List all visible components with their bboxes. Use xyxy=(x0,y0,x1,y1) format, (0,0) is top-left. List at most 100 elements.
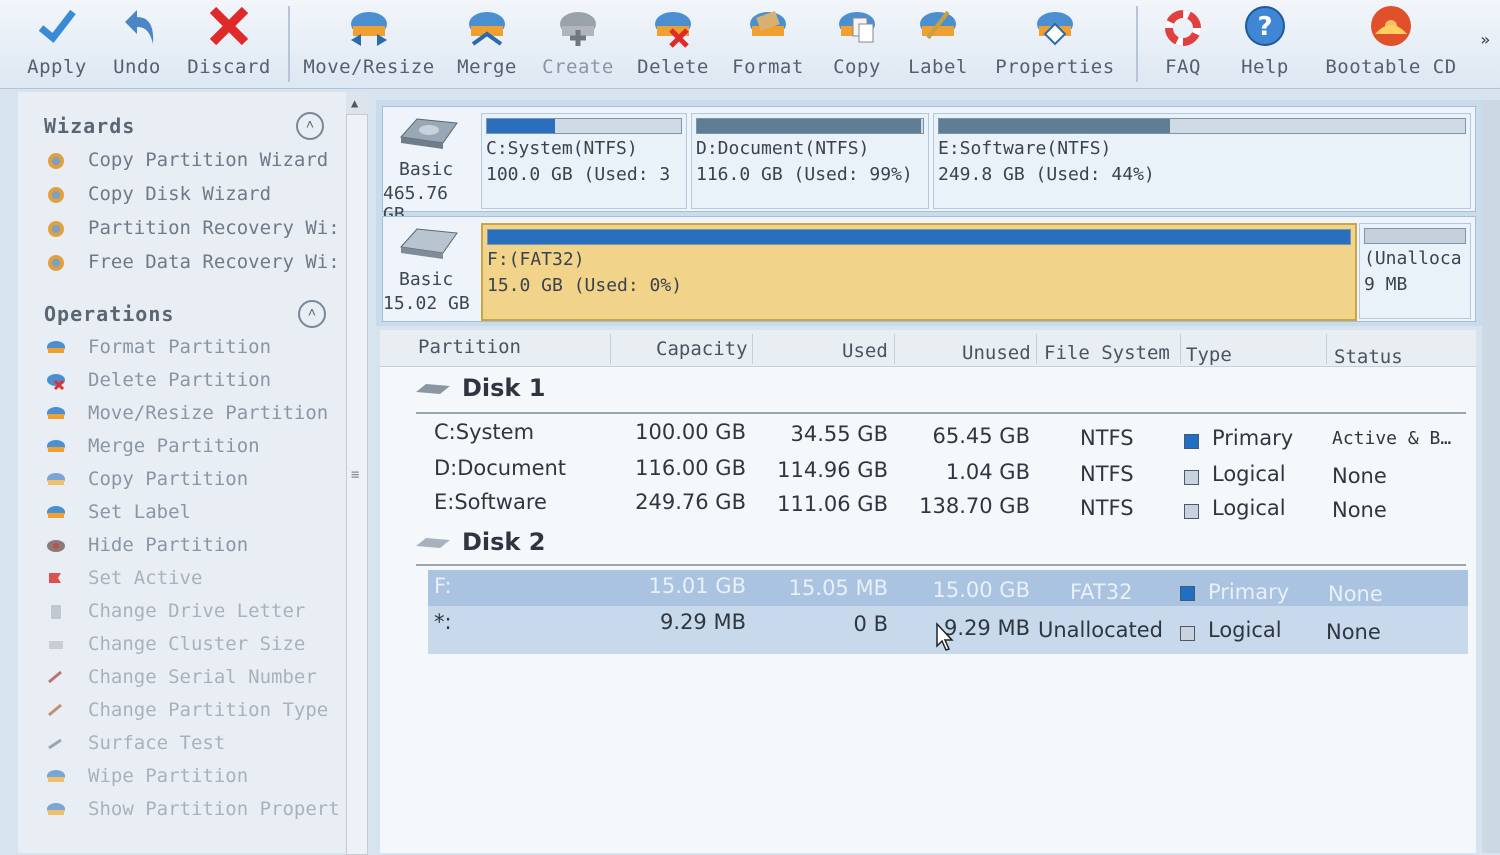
table-row[interactable]: D:Document 116.00 GB 114.96 GB 1.04 GB N… xyxy=(428,452,1468,488)
cell-type: Logical xyxy=(1212,496,1286,520)
hide-icon xyxy=(47,540,65,552)
cell-unused: 1.04 GB xyxy=(945,460,1030,484)
cell-status: None xyxy=(1326,620,1381,644)
cell-capacity: 100.00 GB xyxy=(635,420,746,444)
chevron-up-icon: ˄ xyxy=(307,305,317,321)
disk-icon xyxy=(416,538,450,548)
cell-capacity: 116.00 GB xyxy=(635,456,746,480)
discard-button[interactable]: Discard xyxy=(186,0,272,86)
wizard-icon xyxy=(48,187,64,203)
column-divider[interactable] xyxy=(1180,334,1181,364)
cell-status: None xyxy=(1328,582,1383,606)
usage-bar-fill xyxy=(939,119,1171,133)
table-row-selected[interactable]: F: 15.01 GB 15.05 MB 15.00 GB FAT32 Prim… xyxy=(428,570,1468,606)
usage-bar-fill xyxy=(487,119,555,133)
toolbar: Apply Undo Discard Move/Resize Merge Cre… xyxy=(0,0,1500,89)
cell-file-system: FAT32 xyxy=(1070,580,1133,604)
create-button[interactable]: Create xyxy=(538,0,618,86)
disk-map-disk1[interactable]: Basic 465.76 GB C:System(NTFS) 100.0 GB … xyxy=(382,106,1476,225)
properties-button[interactable]: Properties xyxy=(990,0,1120,86)
help-button[interactable]: ? Help xyxy=(1232,0,1298,86)
cell-unused: 15.00 GB xyxy=(932,578,1030,602)
operations-collapse-button[interactable]: ˄ xyxy=(298,300,326,328)
column-divider[interactable] xyxy=(1326,334,1327,364)
partition-f-block[interactable]: F:(FAT32) 15.0 GB (Used: 0%) xyxy=(481,223,1357,321)
cell-partition: C:System xyxy=(434,420,535,444)
cell-status: Active & B… xyxy=(1332,428,1452,449)
wizards-heading: Wizards xyxy=(44,114,136,138)
delete-button[interactable]: Delete xyxy=(634,0,712,86)
merge-button[interactable]: Merge xyxy=(452,0,522,86)
move-resize-icon xyxy=(351,12,387,46)
cell-unused: 65.45 GB xyxy=(932,424,1030,448)
copy-icon xyxy=(839,12,875,43)
action-panel: Wizards ˄ Copy Partition Wizard Copy Dis… xyxy=(18,92,348,853)
scroll-up-arrow-icon[interactable]: ▲ xyxy=(351,96,358,110)
cell-used: 111.06 GB xyxy=(777,492,888,516)
label-button[interactable]: Label xyxy=(902,0,974,86)
create-partition-icon xyxy=(560,12,596,46)
column-divider[interactable] xyxy=(610,334,611,364)
primary-type-icon xyxy=(1180,586,1195,601)
disk-icon xyxy=(416,384,450,394)
disk-map: Basic 465.76 GB C:System(NTFS) 100.0 GB … xyxy=(376,100,1482,326)
usage-bar xyxy=(486,118,682,134)
unallocated-block[interactable]: (Unalloca 9 MB xyxy=(1359,223,1471,319)
primary-type-icon xyxy=(1184,434,1199,449)
column-header-file-system[interactable]: File System xyxy=(1044,342,1170,364)
table-row[interactable]: C:System 100.00 GB 34.55 GB 65.45 GB NTF… xyxy=(428,416,1468,450)
column-divider[interactable] xyxy=(1036,334,1037,364)
partition-e-block[interactable]: E:Software(NTFS) 249.8 GB (Used: 44%) xyxy=(933,113,1471,209)
wizard-icon xyxy=(48,255,64,271)
cell-partition: D:Document xyxy=(434,456,567,480)
column-header-status[interactable]: Status xyxy=(1334,346,1403,368)
wizards-collapse-button[interactable]: ˄ xyxy=(296,112,324,140)
column-header-unused[interactable]: Unused xyxy=(962,342,1031,364)
column-header-type[interactable]: Type xyxy=(1186,344,1232,366)
partition-d-block[interactable]: D:Document(NTFS) 116.0 GB (Used: 99%) xyxy=(691,113,929,209)
mouse-cursor-icon xyxy=(936,622,954,651)
partition-type-icon xyxy=(48,703,62,717)
disk-group-divider xyxy=(416,564,1466,566)
toolbar-overflow-button[interactable]: » xyxy=(1480,30,1490,49)
right-edge-scrollbar[interactable] xyxy=(1482,100,1500,853)
format-button[interactable]: Format xyxy=(728,0,808,86)
bootable-cd-button[interactable]: Bootable CD xyxy=(1318,0,1464,86)
properties-icon xyxy=(47,803,65,815)
surface-test-icon xyxy=(48,738,62,750)
cell-unused: 138.70 GB xyxy=(919,494,1030,518)
undo-button[interactable]: Undo xyxy=(104,0,170,86)
merge-icon xyxy=(47,440,65,452)
faq-button[interactable]: FAQ xyxy=(1150,0,1216,86)
column-divider[interactable] xyxy=(894,334,895,364)
cell-unused: 9.29 MB xyxy=(944,616,1030,640)
logical-type-icon xyxy=(1180,626,1195,641)
red-x-icon xyxy=(209,6,249,46)
undo-arrow-icon xyxy=(125,10,154,44)
action-panel-scrollbar[interactable]: ▲ ≡ xyxy=(346,92,368,855)
disk-group-divider xyxy=(416,412,1466,414)
scrollbar-grip-icon: ≡ xyxy=(351,467,360,483)
help-icon: ? xyxy=(1245,6,1285,46)
scrollbar-thumb[interactable] xyxy=(346,114,368,855)
column-header-partition[interactable]: Partition xyxy=(418,336,521,358)
cell-file-system: NTFS xyxy=(1080,462,1134,486)
checkmark-icon xyxy=(38,9,76,44)
wizard-icon xyxy=(48,153,64,169)
column-divider[interactable] xyxy=(752,334,753,364)
partition-c-block[interactable]: C:System(NTFS) 100.0 GB (Used: 3 xyxy=(481,113,687,209)
hard-disk-icon xyxy=(400,228,458,259)
delete-icon xyxy=(47,374,65,391)
cell-status: None xyxy=(1332,464,1387,488)
apply-button[interactable]: Apply xyxy=(22,0,92,86)
cell-partition: E:Software xyxy=(434,490,547,514)
cell-type: Logical xyxy=(1208,618,1282,642)
table-row[interactable]: E:Software 249.76 GB 111.06 GB 138.70 GB… xyxy=(428,486,1468,522)
move-resize-button[interactable]: Move/Resize xyxy=(302,0,436,86)
drive-letter-icon xyxy=(51,605,61,619)
column-header-capacity[interactable]: Capacity xyxy=(656,338,748,360)
disk-map-disk2[interactable]: Basic 15.02 GB F:(FAT32) 15.0 GB (Used: … xyxy=(382,216,1476,322)
format-icon xyxy=(750,11,786,36)
copy-button[interactable]: Copy xyxy=(824,0,890,86)
column-header-used[interactable]: Used xyxy=(842,340,888,362)
